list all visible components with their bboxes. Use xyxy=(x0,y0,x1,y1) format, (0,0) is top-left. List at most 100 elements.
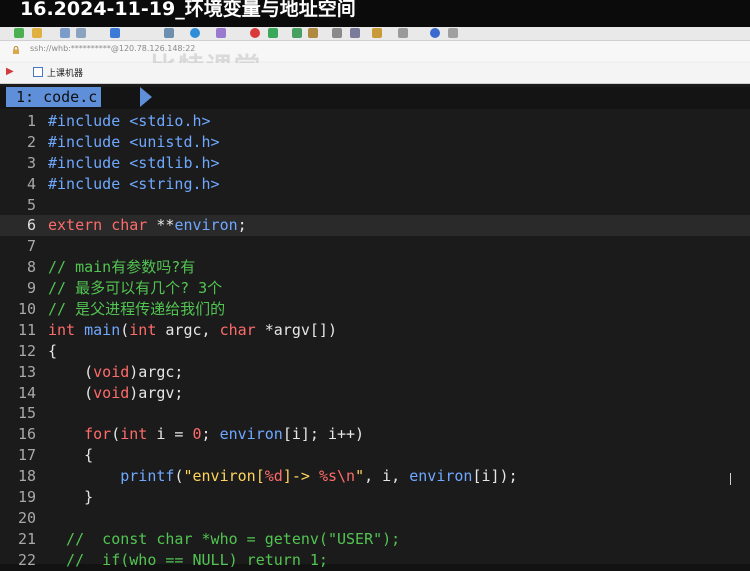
code-line[interactable]: 21 // const char *who = getenv("USER"); xyxy=(0,529,750,550)
vim-editor[interactable]: 1: code.c 1 #include <stdio.h> 2 #include <… xyxy=(0,84,750,569)
code-line[interactable]: 18 printf("environ[%d]-> %s\n", i, envir… xyxy=(0,466,750,487)
code-token: // main有参数吗?有 xyxy=(48,258,196,277)
help-icon[interactable] xyxy=(430,28,440,38)
code-token: ]-> xyxy=(282,467,319,486)
tab-nav-arrow-icon[interactable]: ▶ xyxy=(6,66,14,77)
code-line[interactable]: 5 xyxy=(0,195,750,216)
paste-icon[interactable] xyxy=(76,28,86,38)
record-icon[interactable] xyxy=(250,28,260,38)
line-text: // 是父进程传递给我们的 xyxy=(48,299,225,320)
line-number: 4 xyxy=(26,174,36,193)
layout-icon[interactable] xyxy=(350,28,360,38)
code-token: #include xyxy=(48,174,121,193)
address-bar[interactable]: ssh://whb:**********@120.78.126.148:22 比… xyxy=(0,41,750,83)
xshell-toolbar xyxy=(0,27,750,41)
chat-icon[interactable] xyxy=(448,28,458,38)
script-icon[interactable] xyxy=(216,28,226,38)
code-token: // const char *who = getenv("USER"); xyxy=(48,529,401,548)
code-line[interactable]: 11 int main(int argc, char *argv[]) xyxy=(0,320,750,341)
keyboard-icon[interactable] xyxy=(332,28,342,38)
line-number: 10 xyxy=(17,300,36,319)
line-number: 11 xyxy=(17,320,36,339)
line-number: 6 xyxy=(26,216,36,235)
code-token: <stdlib.h> xyxy=(129,153,220,172)
code-line[interactable]: 17 { xyxy=(0,445,750,466)
code-token: , i, xyxy=(364,467,410,486)
code-line[interactable]: 22 // if(who == NULL) return 1; xyxy=(0,550,750,571)
code-token: // 最多可以有几个? 3个 xyxy=(48,279,223,298)
code-line[interactable]: 19 } xyxy=(0,487,750,508)
code-token: int xyxy=(129,320,157,339)
code-token: ; xyxy=(201,425,220,444)
code-token: )argc; xyxy=(129,362,184,381)
code-line[interactable]: 10 // 是父进程传递给我们的 xyxy=(0,299,750,320)
code-line[interactable]: 15 xyxy=(0,403,750,424)
line-text: // if(who == NULL) return 1; xyxy=(48,550,328,571)
code-line[interactable]: 12 { xyxy=(0,341,750,362)
lock-toolbar-icon[interactable] xyxy=(308,28,318,38)
line-number: 14 xyxy=(17,383,36,402)
code-token: <unistd.h> xyxy=(129,132,220,151)
line-number: 18 xyxy=(17,467,36,486)
code-line[interactable]: 9 // 最多可以有几个? 3个 xyxy=(0,278,750,299)
code-token: environ xyxy=(174,216,238,235)
code-token: #include xyxy=(48,132,121,151)
code-line[interactable]: 6 extern char **environ; xyxy=(0,215,750,237)
video-title: 16.2024-11-19_环境变量与地址空间 xyxy=(20,0,356,20)
code-line[interactable]: 14 (void)argv; xyxy=(0,383,750,404)
code-area[interactable]: 1 #include <stdio.h> 2 #include <unistd.h> 3… xyxy=(0,111,750,571)
line-text: int main(int argc, char *argv[]) xyxy=(48,320,337,341)
new-session-icon[interactable] xyxy=(14,28,24,38)
tunnel-icon[interactable] xyxy=(292,28,302,38)
session-tab[interactable]: 上课机器 xyxy=(47,66,83,79)
find-icon[interactable] xyxy=(110,28,120,38)
code-token: argc, xyxy=(156,320,220,339)
buffer-tab-arrow-icon xyxy=(140,87,152,107)
globe-icon[interactable] xyxy=(190,28,200,38)
open-folder-icon[interactable] xyxy=(32,28,42,38)
line-text: #include <stdlib.h> xyxy=(48,153,220,174)
tabs-icon[interactable] xyxy=(398,28,408,38)
buffer-tab[interactable]: 1: code.c xyxy=(6,87,102,107)
code-token: <stdio.h> xyxy=(129,112,211,130)
code-token: " xyxy=(355,467,365,486)
code-token: environ xyxy=(409,467,473,486)
code-token: ( xyxy=(120,320,130,339)
code-token: <string.h> xyxy=(129,174,220,193)
code-line[interactable]: 7 xyxy=(0,236,750,257)
copy-icon[interactable] xyxy=(60,28,70,38)
code-token: extern xyxy=(48,216,103,235)
code-token: for xyxy=(84,425,112,444)
line-text: // main有参数吗?有 xyxy=(48,257,195,278)
code-line[interactable]: 4 #include <string.h> xyxy=(0,174,750,195)
code-line[interactable]: 13 (void)argc; xyxy=(0,362,750,383)
code-token: int xyxy=(48,320,76,339)
line-text: (void)argv; xyxy=(48,383,183,404)
code-token: // if(who == NULL) return 1; xyxy=(48,550,328,569)
code-line[interactable]: 1 #include <stdio.h> xyxy=(0,111,750,132)
code-line[interactable]: 16 for(int i = 0; environ[i]; i++) xyxy=(0,424,750,445)
compose-icon[interactable] xyxy=(372,28,382,38)
settings-icon[interactable] xyxy=(164,28,174,38)
code-line[interactable]: 2 #include <unistd.h> xyxy=(0,132,750,153)
code-line[interactable]: 3 #include <stdlib.h> xyxy=(0,153,750,174)
line-number: 20 xyxy=(17,508,36,527)
xshell-window-chrome: ssh://whb:**********@120.78.126.148:22 比… xyxy=(0,27,750,84)
line-number: 9 xyxy=(26,279,36,298)
code-line[interactable]: 8 // main有参数吗?有 xyxy=(0,257,750,278)
code-token: ( xyxy=(111,425,121,444)
line-text: #include <string.h> xyxy=(48,174,220,195)
line-number: 13 xyxy=(17,362,36,381)
code-token: "environ[ xyxy=(183,467,265,486)
code-line[interactable]: 20 xyxy=(0,508,750,529)
code-token: *argv[]) xyxy=(255,320,337,339)
transfer-icon[interactable] xyxy=(268,28,278,38)
code-token: ; xyxy=(237,216,247,235)
code-token: printf xyxy=(120,467,175,486)
code-token: } xyxy=(48,488,94,507)
line-number: 19 xyxy=(17,488,36,507)
